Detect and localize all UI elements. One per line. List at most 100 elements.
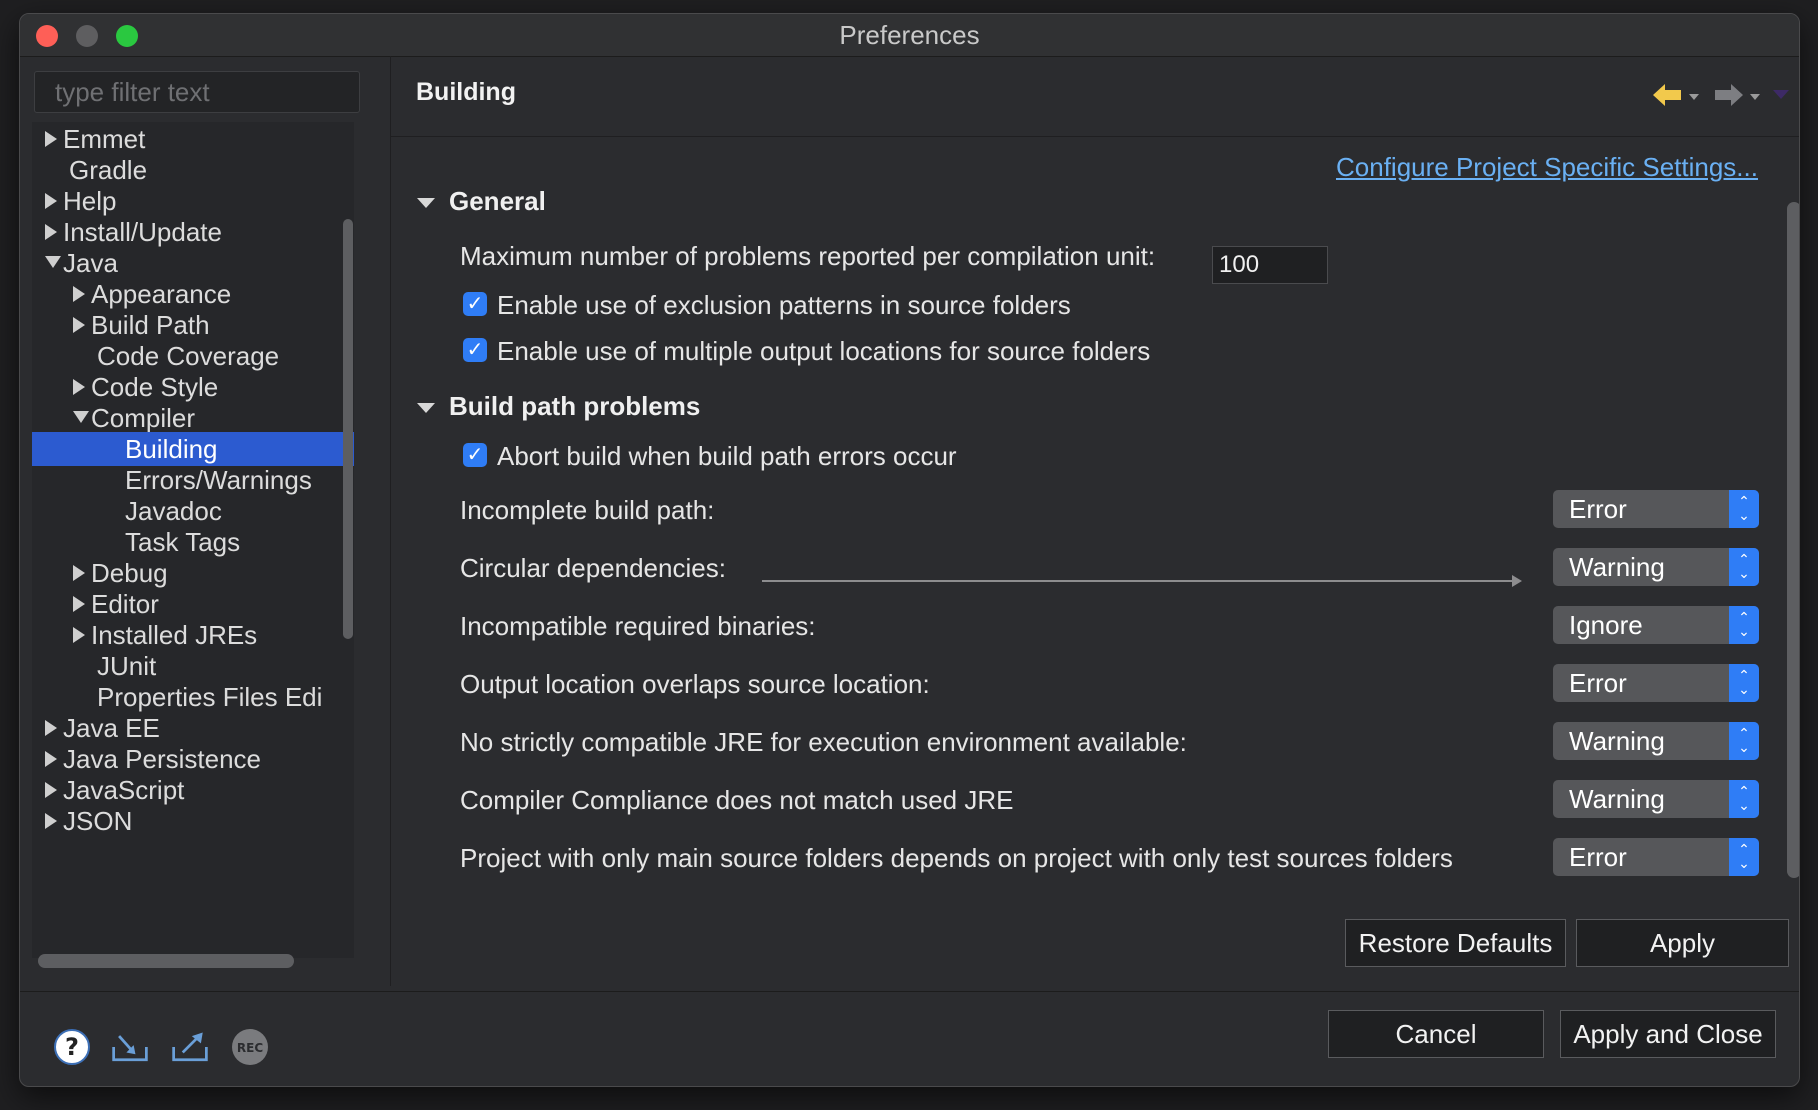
preferences-window: Preferences EmmetGradleHelpInstall/Updat…: [19, 13, 1800, 1087]
tree-item-appearance[interactable]: Appearance: [32, 277, 354, 311]
severity-select[interactable]: Error ⌃ ⌄: [1553, 664, 1759, 702]
expand-triangle-icon[interactable]: [73, 286, 85, 303]
tree-item-editor[interactable]: Editor: [32, 587, 354, 621]
restore-defaults-button[interactable]: Restore Defaults: [1345, 919, 1566, 967]
expand-triangle-icon[interactable]: [45, 813, 57, 830]
apply-button[interactable]: Apply: [1576, 919, 1789, 967]
tree-item-code-coverage[interactable]: Code Coverage: [32, 339, 354, 373]
expand-triangle-icon[interactable]: [45, 193, 57, 210]
tree-item-java-persistence[interactable]: Java Persistence: [32, 742, 350, 776]
severity-select-value: Ignore: [1569, 610, 1643, 640]
tree-item-errors-warnings[interactable]: Errors/Warnings: [32, 463, 354, 497]
build-path-row-label: No strictly compatible JRE for execution…: [460, 727, 1187, 757]
tree-item-label: Java EE: [63, 713, 160, 743]
severity-select[interactable]: Error ⌃ ⌄: [1553, 838, 1759, 876]
tree-item-task-tags[interactable]: Task Tags: [32, 525, 354, 559]
tree-item-compiler[interactable]: Compiler: [32, 401, 354, 435]
forward-arrow-icon[interactable]: [1711, 80, 1745, 110]
tree-item-emmet[interactable]: Emmet: [32, 122, 350, 156]
expand-triangle-icon[interactable]: [45, 224, 57, 241]
configure-project-settings-link[interactable]: Configure Project Specific Settings...: [1336, 152, 1758, 183]
up-down-chevron-icon[interactable]: ⌃ ⌄: [1729, 548, 1759, 586]
tree-item-help[interactable]: Help: [32, 184, 350, 218]
tree-item-label: Java: [63, 248, 118, 278]
up-down-chevron-icon[interactable]: ⌃ ⌄: [1729, 780, 1759, 818]
expand-triangle-icon[interactable]: [73, 317, 85, 334]
expand-triangle-icon[interactable]: [73, 596, 85, 613]
max-problems-input[interactable]: [1212, 246, 1328, 284]
severity-select-value: Error: [1569, 494, 1627, 524]
record-icon[interactable]: REC: [230, 1027, 270, 1067]
back-arrow-icon[interactable]: [1651, 80, 1685, 110]
filter-input[interactable]: [34, 71, 360, 113]
tree-item-install-update[interactable]: Install/Update: [32, 215, 350, 249]
tree-item-build-path[interactable]: Build Path: [32, 308, 354, 342]
expand-triangle-icon[interactable]: [45, 720, 57, 737]
build-path-row-label: Output location overlaps source location…: [460, 669, 930, 699]
expand-triangle-icon[interactable]: [45, 751, 57, 768]
tree-horizontal-scrollbar[interactable]: [38, 954, 294, 968]
import-icon[interactable]: [110, 1027, 150, 1067]
build-path-section-heading[interactable]: Build path problems: [449, 391, 700, 422]
apply-and-close-button[interactable]: Apply and Close: [1560, 1010, 1776, 1058]
preferences-tree: Emmet Gradle Help Install/Update Java Appeara…: [32, 122, 354, 958]
tree-item-javadoc[interactable]: Javadoc: [32, 494, 354, 528]
cancel-button[interactable]: Cancel: [1328, 1010, 1544, 1058]
tree-item-debug[interactable]: Debug: [32, 556, 354, 590]
tree-item-label: Task Tags: [125, 527, 241, 557]
up-down-chevron-icon[interactable]: ⌃ ⌄: [1729, 838, 1759, 876]
tree-item-label: Debug: [91, 558, 168, 588]
severity-select[interactable]: Warning ⌃ ⌄: [1553, 722, 1759, 760]
annotation-arrow-head: [1512, 575, 1522, 587]
title-bar: Preferences: [20, 14, 1799, 57]
up-down-chevron-icon[interactable]: ⌃ ⌄: [1729, 722, 1759, 760]
general-collapse-icon[interactable]: [417, 198, 435, 208]
page-title: Building: [416, 78, 516, 106]
tree-item-javascript[interactable]: JavaScript: [32, 773, 350, 807]
tree-item-junit[interactable]: JUnit: [32, 649, 354, 683]
collapse-triangle-icon[interactable]: [73, 411, 89, 424]
collapse-triangle-icon[interactable]: [45, 256, 61, 269]
help-icon[interactable]: ?: [52, 1027, 92, 1067]
tree-item-gradle[interactable]: Gradle: [32, 153, 350, 187]
svg-text:?: ?: [65, 1033, 79, 1061]
expand-triangle-icon[interactable]: [73, 379, 85, 396]
tree-item-label: Gradle: [69, 155, 148, 185]
tree-item-code-style[interactable]: Code Style: [32, 370, 354, 404]
tree-item-label: Compiler: [91, 403, 196, 433]
tree-item-building[interactable]: Building: [32, 432, 354, 466]
exclusion-patterns-checkbox[interactable]: ✓: [463, 292, 487, 316]
tree-vertical-scrollbar[interactable]: [343, 219, 353, 639]
forward-dropdown-icon[interactable]: [1750, 94, 1760, 100]
severity-select[interactable]: Error ⌃ ⌄: [1553, 490, 1759, 528]
expand-triangle-icon[interactable]: [73, 627, 85, 644]
severity-select[interactable]: Warning ⌃ ⌄: [1553, 780, 1759, 818]
expand-triangle-icon[interactable]: [45, 782, 57, 799]
pane-splitter[interactable]: [390, 56, 391, 986]
general-section-heading[interactable]: General: [449, 186, 546, 217]
build-path-collapse-icon[interactable]: [417, 403, 435, 413]
content-vertical-scrollbar[interactable]: [1787, 202, 1799, 878]
tree-item-label: JUnit: [97, 651, 157, 681]
max-problems-label: Maximum number of problems reported per …: [460, 241, 1156, 271]
severity-select[interactable]: Ignore ⌃ ⌄: [1553, 606, 1759, 644]
severity-select[interactable]: Warning ⌃ ⌄: [1553, 548, 1759, 586]
up-down-chevron-icon[interactable]: ⌃ ⌄: [1729, 664, 1759, 702]
expand-triangle-icon[interactable]: [73, 565, 85, 582]
tree-item-properties-files-edi[interactable]: Properties Files Edi: [32, 680, 354, 714]
tree-item-java[interactable]: Java: [32, 246, 350, 280]
expand-triangle-icon[interactable]: [45, 131, 57, 148]
tree-item-json[interactable]: JSON: [32, 804, 350, 838]
tree-item-java-ee[interactable]: Java EE: [32, 711, 350, 745]
export-icon[interactable]: [170, 1027, 210, 1067]
build-path-row-label: Incompatible required binaries:: [460, 611, 816, 641]
up-down-chevron-icon[interactable]: ⌃ ⌄: [1729, 490, 1759, 528]
back-dropdown-icon[interactable]: [1689, 94, 1699, 100]
severity-select-value: Error: [1569, 668, 1627, 698]
exclusion-patterns-label: Enable use of exclusion patterns in sour…: [497, 290, 1071, 320]
abort-build-checkbox[interactable]: ✓: [463, 443, 487, 467]
up-down-chevron-icon[interactable]: ⌃ ⌄: [1729, 606, 1759, 644]
tree-item-installed-jres[interactable]: Installed JREs: [32, 618, 354, 652]
view-menu-icon[interactable]: [1773, 90, 1789, 99]
multiple-output-checkbox[interactable]: ✓: [463, 338, 487, 362]
